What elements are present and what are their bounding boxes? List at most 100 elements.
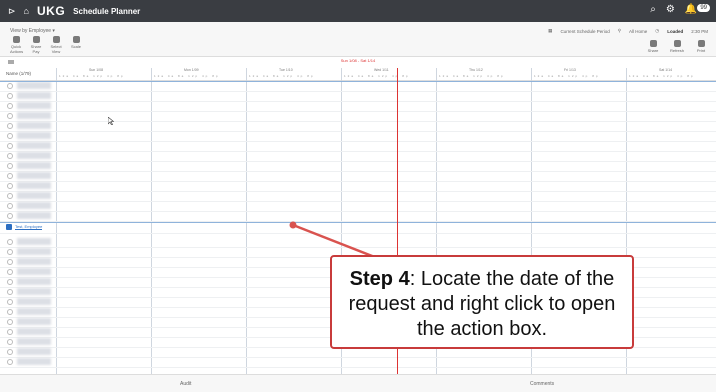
scale-icon xyxy=(72,36,80,43)
employee-name-blurred xyxy=(17,172,51,179)
row-select[interactable] xyxy=(7,269,13,275)
row-select[interactable] xyxy=(7,319,13,325)
row-select[interactable] xyxy=(7,239,13,245)
callout-step: Step 4 xyxy=(349,268,410,290)
employee-name-blurred xyxy=(17,212,51,219)
menu-icon[interactable]: ⊳ xyxy=(8,6,16,17)
row-select[interactable] xyxy=(7,183,13,189)
day-header[interactable]: Wed 1/11 12a 4a 8a 12p 4p 8p xyxy=(341,68,437,80)
row-select[interactable] xyxy=(7,213,13,219)
employee-name-blurred xyxy=(17,318,51,325)
employee-name-blurred xyxy=(17,162,51,169)
row-separator-top xyxy=(0,81,716,82)
bottom-panel: Audit Comments xyxy=(0,374,716,392)
employee-name-blurred xyxy=(17,348,51,355)
employee-name-blurred xyxy=(17,102,51,109)
employee-name-blurred xyxy=(17,238,51,245)
employee-name-blurred xyxy=(17,278,51,285)
row-select[interactable] xyxy=(7,359,13,365)
settings-icon[interactable]: ⚙ xyxy=(666,4,675,15)
row-select[interactable] xyxy=(7,163,13,169)
location-icon[interactable]: ⚲ xyxy=(618,28,621,34)
table-row-selected[interactable]: Test, Employee xyxy=(0,223,716,234)
row-select[interactable] xyxy=(7,193,13,199)
select-view-button[interactable]: Select View xyxy=(50,36,62,54)
employee-name-blurred xyxy=(17,202,51,209)
employee-name-blurred xyxy=(17,338,51,345)
row-select[interactable] xyxy=(7,123,13,129)
ukg-logo: UKG xyxy=(36,4,66,18)
employee-name-blurred xyxy=(17,92,51,99)
row-select[interactable] xyxy=(7,153,13,159)
refresh-button[interactable]: Refresh xyxy=(670,40,684,53)
planner-toolbar: View by Employee ▾ Quick Actions Share P… xyxy=(0,22,716,57)
row-select[interactable] xyxy=(7,339,13,345)
employee-name-blurred xyxy=(17,122,51,129)
quick-actions-button[interactable]: Quick Actions xyxy=(10,36,23,54)
clock-icon: ◷ xyxy=(655,28,660,33)
row-select[interactable] xyxy=(7,309,13,315)
employee-name-blurred xyxy=(17,132,51,139)
instruction-callout: Step 4: Locate the date of the request a… xyxy=(330,255,634,349)
employee-name-blurred xyxy=(17,328,51,335)
row-select[interactable] xyxy=(7,143,13,149)
print-icon xyxy=(697,40,705,47)
row-select[interactable] xyxy=(7,93,13,99)
scale-button[interactable]: Scale xyxy=(70,36,82,54)
employee-name[interactable]: Test, Employee xyxy=(15,224,43,230)
row-select[interactable] xyxy=(7,289,13,295)
right-tools: Share Refresh Print xyxy=(646,40,708,53)
calendar-icon[interactable]: ▦ xyxy=(548,28,552,34)
share-icon xyxy=(32,36,40,43)
view-icon xyxy=(52,36,60,43)
notifications-icon[interactable]: 🔔 99 xyxy=(685,4,710,15)
comments-tab[interactable]: Comments xyxy=(530,381,554,387)
row-select[interactable] xyxy=(7,203,13,209)
day-header[interactable]: Sun 1/08 12a 4a 8a 12p 4p 8p xyxy=(56,68,152,80)
row-select[interactable] xyxy=(7,133,13,139)
left-tools: Quick Actions Share Pay Select View Scal… xyxy=(10,36,82,54)
employee-name-blurred xyxy=(17,248,51,255)
row-select[interactable] xyxy=(7,259,13,265)
row-select[interactable] xyxy=(7,299,13,305)
share-pay-button[interactable]: Share Pay xyxy=(30,36,42,54)
day-header[interactable]: Fri 1/13 12a 4a 8a 12p 4p 8p xyxy=(531,68,627,80)
app-title: Schedule Planner xyxy=(73,6,141,16)
employee-name-blurred xyxy=(17,268,51,275)
grid-header: Name (1/79) Sun 1/08 12a 4a 8a 12p 4p 8p … xyxy=(0,68,716,81)
top-app-bar: ⊳ ⌂ UKG Schedule Planner ⌕ ⚙ 🔔 99 xyxy=(0,0,716,22)
row-select[interactable] xyxy=(7,113,13,119)
day-header[interactable]: Sat 1/14 12a 4a 8a 12p 4p 8p xyxy=(626,68,713,80)
employee-name-blurred xyxy=(17,258,51,265)
day-headers: Sun 1/08 12a 4a 8a 12p 4p 8p Mon 1/09 12a … xyxy=(56,68,712,80)
row-select[interactable] xyxy=(7,329,13,335)
row-select[interactable] xyxy=(7,349,13,355)
search-icon[interactable]: ⌕ xyxy=(650,4,656,15)
row-select[interactable] xyxy=(7,279,13,285)
notification-badge: 99 xyxy=(697,4,710,12)
employee-name-blurred xyxy=(17,82,51,89)
row-select[interactable] xyxy=(7,249,13,255)
view-selector[interactable]: View by Employee ▾ xyxy=(10,28,55,34)
day-header[interactable]: Mon 1/09 12a 4a 8a 12p 4p 8p xyxy=(151,68,247,80)
share-button[interactable]: Share xyxy=(646,40,660,53)
print-button[interactable]: Print xyxy=(694,40,708,53)
name-column-header[interactable]: Name (1/79) xyxy=(6,71,31,76)
schedule-period[interactable]: Current Schedule Period xyxy=(560,29,609,34)
table-row[interactable] xyxy=(0,357,716,368)
table-row[interactable] xyxy=(0,211,716,222)
date-range: Sun 1/08 - Sat 1/14 xyxy=(340,58,376,63)
row-select[interactable] xyxy=(7,173,13,179)
day-header[interactable]: Thu 1/12 12a 4a 8a 12p 4p 8p xyxy=(436,68,532,80)
audit-tab[interactable]: Audit xyxy=(180,381,191,387)
locations[interactable]: All Home xyxy=(629,29,647,34)
day-header[interactable]: Tue 1/10 12a 4a 8a 12p 4p 8p xyxy=(246,68,342,80)
employee-name-blurred xyxy=(17,182,51,189)
row-separator-selected xyxy=(0,222,716,223)
employee-name-blurred xyxy=(17,288,51,295)
row-select[interactable] xyxy=(7,83,13,89)
home-icon[interactable]: ⌂ xyxy=(24,6,29,16)
share-icon xyxy=(649,40,657,47)
row-checkbox-checked[interactable] xyxy=(6,224,12,230)
row-select[interactable] xyxy=(7,103,13,109)
